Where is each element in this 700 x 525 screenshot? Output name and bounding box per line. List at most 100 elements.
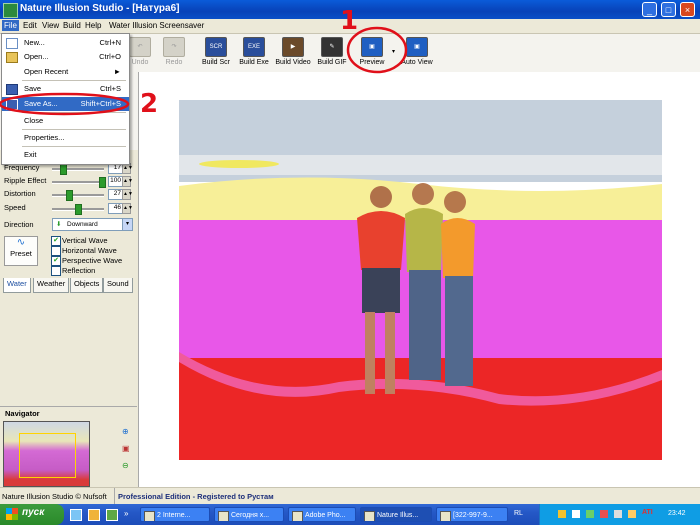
taskbar: пуск » 2 Interne... Сегодня х... Adobe P…: [0, 504, 700, 525]
menu-close-label: Close: [24, 116, 44, 125]
quicklaunch-media-icon[interactable]: [106, 509, 118, 521]
task-phone-label: [322-997-9...: [453, 512, 493, 519]
menu-save-label: Save: [24, 84, 42, 93]
edited-photo[interactable]: [179, 100, 662, 460]
task-adobe-label: Adobe Pho...: [305, 512, 346, 519]
navigator-viewport[interactable]: [19, 433, 76, 478]
build-video-button[interactable]: ▶ Build Video: [274, 34, 312, 72]
ie-icon: [144, 511, 155, 521]
file-menu: New... Ctrl+N Open... Ctrl+O Open Recent…: [1, 33, 130, 165]
menu-exit[interactable]: Exit: [2, 148, 129, 162]
task-today[interactable]: Сегодня х...: [214, 507, 284, 522]
windows-logo-icon: [6, 508, 18, 520]
task-internet-label: 2 Interne...: [157, 512, 191, 519]
window-title: Nature Illusion Studio - [Натура6]: [20, 3, 180, 14]
new-icon: [6, 38, 18, 49]
status-divider: [114, 488, 115, 505]
build-gif-label: Build GIF: [317, 59, 347, 66]
preview-button[interactable]: ▣ Preview: [352, 34, 392, 72]
menu-save-as[interactable]: Save As... Shift+Ctrl+S: [2, 97, 129, 111]
menu-save-as-label: Save As...: [24, 99, 58, 108]
status-copyright: Nature Illusion Studio © Nufsoft: [2, 492, 107, 501]
task-internet[interactable]: 2 Interne...: [140, 507, 210, 522]
task-phone[interactable]: [322-997-9...: [436, 507, 508, 522]
build-exe-button[interactable]: EXE Build Exe: [237, 34, 271, 72]
navigator-panel: Navigator ⊕ ▣ ⊖: [0, 406, 137, 488]
build-gif-button[interactable]: ✎ Build GIF: [317, 34, 347, 72]
navigator-title: Navigator: [5, 409, 40, 418]
menu-save-as-shortcut: Shift+Ctrl+S: [80, 99, 121, 108]
redo-button[interactable]: ↷ Redo: [160, 34, 188, 72]
menu-view[interactable]: View: [40, 20, 61, 31]
tab-water[interactable]: Water: [3, 278, 31, 293]
auto-view-button[interactable]: ▣ Auto View: [398, 34, 436, 72]
menu-bar: File Edit View Build Help Water Illusion…: [0, 19, 700, 34]
menu-open[interactable]: Open... Ctrl+O: [2, 50, 129, 64]
menu-separator: [22, 112, 126, 113]
tray-network-icon[interactable]: [572, 510, 580, 518]
navigator-thumbnail[interactable]: [3, 421, 90, 487]
photoshop-icon: [292, 511, 303, 521]
menu-new[interactable]: New... Ctrl+N: [2, 36, 129, 50]
start-button[interactable]: пуск: [0, 504, 64, 525]
build-scr-button[interactable]: SCR Build Scr: [200, 34, 232, 72]
tray-ati-icon[interactable]: ATI: [642, 509, 653, 516]
tray-antivirus-icon[interactable]: [558, 510, 566, 518]
menu-open-shortcut: Ctrl+O: [99, 52, 121, 61]
submenu-arrow-icon: ►: [113, 67, 121, 76]
preview-label: Preview: [359, 59, 385, 66]
menu-help[interactable]: Help: [83, 20, 103, 31]
quicklaunch-browser-icon[interactable]: [88, 509, 100, 521]
menu-close[interactable]: Close: [2, 114, 129, 128]
tray-network-icon[interactable]: [586, 510, 594, 518]
video-icon: ▶: [282, 37, 304, 57]
start-label: пуск: [22, 507, 45, 518]
task-today-label: Сегодня х...: [231, 512, 270, 519]
close-button[interactable]: ×: [680, 2, 695, 17]
build-scr-label: Build Scr: [201, 59, 230, 66]
tray-misc-icon[interactable]: [628, 510, 636, 518]
title-bar: Nature Illusion Studio - [Натура6] _ □ ×: [0, 0, 700, 19]
clock[interactable]: 23:42: [668, 510, 686, 517]
menu-separator: [22, 146, 126, 147]
tab-weather[interactable]: Weather: [33, 278, 70, 293]
document-icon: [440, 511, 451, 521]
zoom-in-icon[interactable]: ⊕: [122, 427, 131, 436]
menu-new-shortcut: Ctrl+N: [99, 38, 121, 47]
task-nature-label: Nature Illus...: [377, 512, 419, 519]
undo-icon: ↶: [129, 37, 151, 57]
preview-dropdown-arrow[interactable]: ▾: [392, 48, 395, 55]
zoom-actual-icon[interactable]: ▣: [122, 444, 131, 453]
gif-icon: ✎: [321, 37, 343, 57]
menu-build[interactable]: Build: [61, 20, 83, 31]
status-edition: Professional Edition - Registered to Рус…: [118, 492, 274, 501]
menu-water-illusion-screensaver[interactable]: Water Illusion Screensaver: [107, 20, 206, 31]
zoom-out-icon[interactable]: ⊖: [122, 461, 131, 470]
tab-objects[interactable]: Objects: [70, 278, 104, 293]
preview-icon: ▣: [361, 37, 383, 57]
menu-edit[interactable]: Edit: [21, 20, 39, 31]
menu-open-recent[interactable]: Open Recent ►: [2, 65, 129, 79]
task-adobe-photoshop[interactable]: Adobe Pho...: [288, 507, 356, 522]
language-indicator[interactable]: RL: [514, 510, 523, 517]
quicklaunch-desktop-icon[interactable]: [70, 509, 82, 521]
exe-icon: EXE: [243, 37, 265, 57]
menu-properties[interactable]: Properties...: [2, 131, 129, 145]
menu-exit-label: Exit: [24, 150, 37, 159]
minimize-button[interactable]: _: [642, 2, 657, 17]
nature-illusion-icon: [364, 511, 375, 521]
menu-new-label: New...: [24, 38, 45, 47]
maximize-button[interactable]: □: [661, 2, 676, 17]
build-exe-label: Build Exe: [239, 59, 269, 66]
menu-file[interactable]: File: [2, 20, 19, 31]
menu-separator: [22, 129, 126, 130]
tab-sound[interactable]: Sound: [103, 278, 133, 293]
tray-shield-icon[interactable]: [600, 510, 608, 518]
task-nature-illusion[interactable]: Nature Illus...: [360, 507, 432, 522]
tray-volume-icon[interactable]: [614, 510, 622, 518]
open-icon: [6, 52, 18, 63]
menu-save[interactable]: Save Ctrl+S: [2, 82, 129, 96]
undo-button[interactable]: ↶ Undo: [126, 34, 154, 72]
quicklaunch-more-icon[interactable]: »: [124, 509, 128, 518]
menu-separator: [22, 80, 126, 81]
